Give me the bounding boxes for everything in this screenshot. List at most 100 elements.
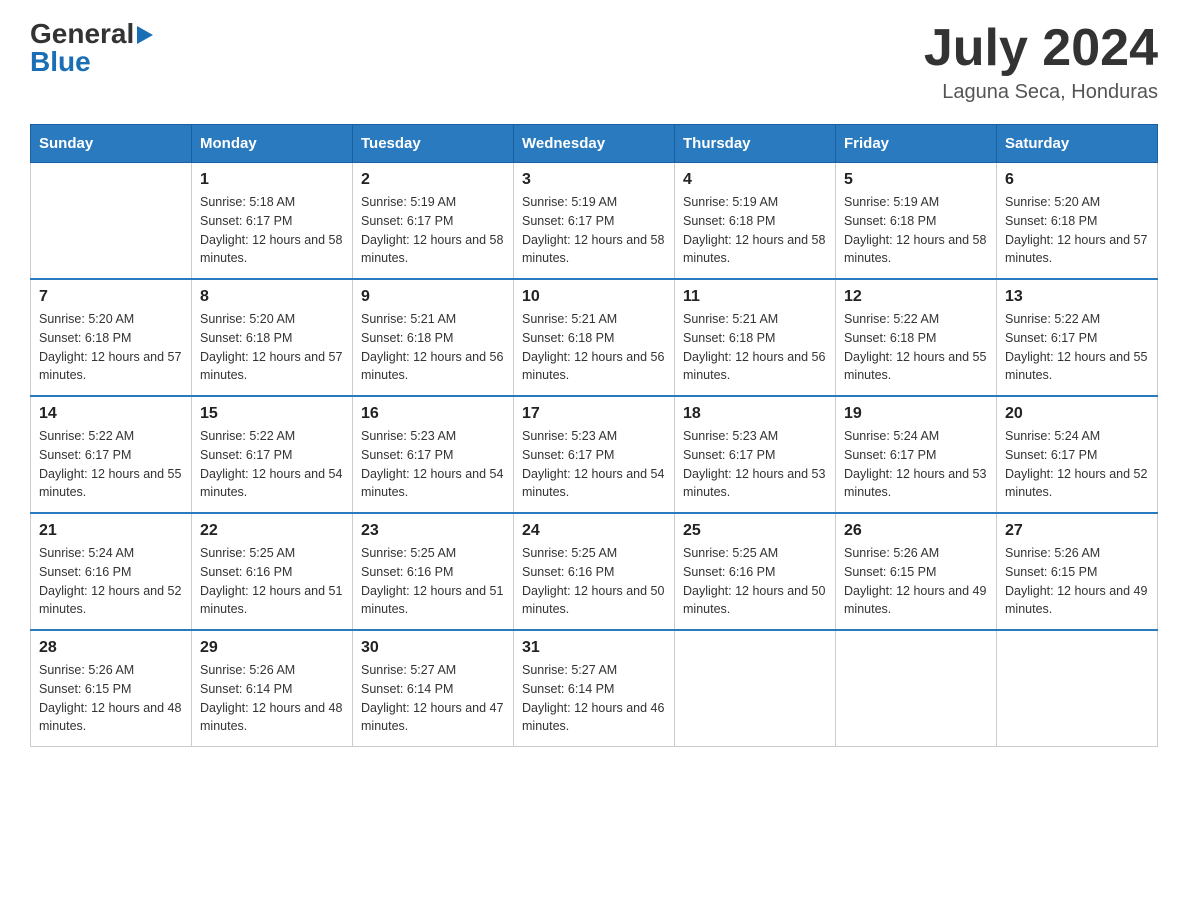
day-info: Sunrise: 5:25 AMSunset: 6:16 PMDaylight:… [361,544,505,619]
table-row: 23 Sunrise: 5:25 AMSunset: 6:16 PMDaylig… [353,513,514,630]
day-info: Sunrise: 5:22 AMSunset: 6:18 PMDaylight:… [844,310,988,385]
day-number: 2 [361,171,505,189]
day-number: 7 [39,288,183,306]
day-number: 29 [200,639,344,657]
day-info: Sunrise: 5:22 AMSunset: 6:17 PMDaylight:… [39,427,183,502]
day-number: 22 [200,522,344,540]
day-number: 4 [683,171,827,189]
day-info: Sunrise: 5:25 AMSunset: 6:16 PMDaylight:… [200,544,344,619]
day-info: Sunrise: 5:21 AMSunset: 6:18 PMDaylight:… [361,310,505,385]
table-row: 29 Sunrise: 5:26 AMSunset: 6:14 PMDaylig… [192,630,353,747]
col-saturday: Saturday [997,125,1158,163]
day-info: Sunrise: 5:24 AMSunset: 6:16 PMDaylight:… [39,544,183,619]
calendar-week-row: 28 Sunrise: 5:26 AMSunset: 6:15 PMDaylig… [31,630,1158,747]
day-info: Sunrise: 5:21 AMSunset: 6:18 PMDaylight:… [683,310,827,385]
table-row: 20 Sunrise: 5:24 AMSunset: 6:17 PMDaylig… [997,396,1158,513]
day-number: 26 [844,522,988,540]
calendar-title: July 2024 [924,20,1158,77]
day-info: Sunrise: 5:19 AMSunset: 6:17 PMDaylight:… [522,193,666,268]
table-row: 4 Sunrise: 5:19 AMSunset: 6:18 PMDayligh… [675,163,836,280]
col-wednesday: Wednesday [514,125,675,163]
table-row: 22 Sunrise: 5:25 AMSunset: 6:16 PMDaylig… [192,513,353,630]
table-row: 24 Sunrise: 5:25 AMSunset: 6:16 PMDaylig… [514,513,675,630]
page-header: General Blue July 2024 Laguna Seca, Hond… [30,20,1158,104]
table-row [31,163,192,280]
day-info: Sunrise: 5:23 AMSunset: 6:17 PMDaylight:… [683,427,827,502]
day-info: Sunrise: 5:24 AMSunset: 6:17 PMDaylight:… [844,427,988,502]
day-info: Sunrise: 5:26 AMSunset: 6:15 PMDaylight:… [1005,544,1149,619]
table-row: 14 Sunrise: 5:22 AMSunset: 6:17 PMDaylig… [31,396,192,513]
day-info: Sunrise: 5:20 AMSunset: 6:18 PMDaylight:… [200,310,344,385]
table-row: 30 Sunrise: 5:27 AMSunset: 6:14 PMDaylig… [353,630,514,747]
day-info: Sunrise: 5:22 AMSunset: 6:17 PMDaylight:… [200,427,344,502]
day-number: 1 [200,171,344,189]
table-row: 26 Sunrise: 5:26 AMSunset: 6:15 PMDaylig… [836,513,997,630]
day-number: 20 [1005,405,1149,423]
table-row: 10 Sunrise: 5:21 AMSunset: 6:18 PMDaylig… [514,279,675,396]
col-tuesday: Tuesday [353,125,514,163]
day-info: Sunrise: 5:23 AMSunset: 6:17 PMDaylight:… [522,427,666,502]
day-info: Sunrise: 5:20 AMSunset: 6:18 PMDaylight:… [1005,193,1149,268]
title-block: July 2024 Laguna Seca, Honduras [924,20,1158,104]
table-row: 6 Sunrise: 5:20 AMSunset: 6:18 PMDayligh… [997,163,1158,280]
calendar-week-row: 21 Sunrise: 5:24 AMSunset: 6:16 PMDaylig… [31,513,1158,630]
table-row [675,630,836,747]
calendar-table: Sunday Monday Tuesday Wednesday Thursday… [30,124,1158,747]
day-number: 24 [522,522,666,540]
table-row: 13 Sunrise: 5:22 AMSunset: 6:17 PMDaylig… [997,279,1158,396]
day-info: Sunrise: 5:23 AMSunset: 6:17 PMDaylight:… [361,427,505,502]
table-row: 1 Sunrise: 5:18 AMSunset: 6:17 PMDayligh… [192,163,353,280]
col-sunday: Sunday [31,125,192,163]
day-number: 25 [683,522,827,540]
day-number: 6 [1005,171,1149,189]
day-info: Sunrise: 5:24 AMSunset: 6:17 PMDaylight:… [1005,427,1149,502]
day-number: 9 [361,288,505,306]
col-monday: Monday [192,125,353,163]
day-number: 31 [522,639,666,657]
day-info: Sunrise: 5:27 AMSunset: 6:14 PMDaylight:… [522,661,666,736]
day-info: Sunrise: 5:25 AMSunset: 6:16 PMDaylight:… [683,544,827,619]
day-info: Sunrise: 5:21 AMSunset: 6:18 PMDaylight:… [522,310,666,385]
day-info: Sunrise: 5:26 AMSunset: 6:14 PMDaylight:… [200,661,344,736]
day-info: Sunrise: 5:25 AMSunset: 6:16 PMDaylight:… [522,544,666,619]
logo-general-text: General [30,20,134,48]
table-row: 25 Sunrise: 5:25 AMSunset: 6:16 PMDaylig… [675,513,836,630]
table-row: 11 Sunrise: 5:21 AMSunset: 6:18 PMDaylig… [675,279,836,396]
table-row [997,630,1158,747]
day-info: Sunrise: 5:27 AMSunset: 6:14 PMDaylight:… [361,661,505,736]
table-row [836,630,997,747]
calendar-header-row: Sunday Monday Tuesday Wednesday Thursday… [31,125,1158,163]
logo-blue-text: Blue [30,48,91,76]
table-row: 28 Sunrise: 5:26 AMSunset: 6:15 PMDaylig… [31,630,192,747]
table-row: 21 Sunrise: 5:24 AMSunset: 6:16 PMDaylig… [31,513,192,630]
table-row: 8 Sunrise: 5:20 AMSunset: 6:18 PMDayligh… [192,279,353,396]
day-number: 11 [683,288,827,306]
calendar-week-row: 7 Sunrise: 5:20 AMSunset: 6:18 PMDayligh… [31,279,1158,396]
day-number: 27 [1005,522,1149,540]
day-info: Sunrise: 5:22 AMSunset: 6:17 PMDaylight:… [1005,310,1149,385]
day-info: Sunrise: 5:26 AMSunset: 6:15 PMDaylight:… [844,544,988,619]
table-row: 7 Sunrise: 5:20 AMSunset: 6:18 PMDayligh… [31,279,192,396]
table-row: 31 Sunrise: 5:27 AMSunset: 6:14 PMDaylig… [514,630,675,747]
day-number: 23 [361,522,505,540]
day-number: 15 [200,405,344,423]
day-number: 10 [522,288,666,306]
day-info: Sunrise: 5:19 AMSunset: 6:18 PMDaylight:… [844,193,988,268]
calendar-location: Laguna Seca, Honduras [924,81,1158,104]
table-row: 9 Sunrise: 5:21 AMSunset: 6:18 PMDayligh… [353,279,514,396]
table-row: 5 Sunrise: 5:19 AMSunset: 6:18 PMDayligh… [836,163,997,280]
col-friday: Friday [836,125,997,163]
table-row: 18 Sunrise: 5:23 AMSunset: 6:17 PMDaylig… [675,396,836,513]
day-number: 8 [200,288,344,306]
table-row: 27 Sunrise: 5:26 AMSunset: 6:15 PMDaylig… [997,513,1158,630]
table-row: 3 Sunrise: 5:19 AMSunset: 6:17 PMDayligh… [514,163,675,280]
day-info: Sunrise: 5:20 AMSunset: 6:18 PMDaylight:… [39,310,183,385]
day-number: 5 [844,171,988,189]
day-number: 14 [39,405,183,423]
calendar-week-row: 14 Sunrise: 5:22 AMSunset: 6:17 PMDaylig… [31,396,1158,513]
logo: General Blue [30,20,153,76]
day-info: Sunrise: 5:26 AMSunset: 6:15 PMDaylight:… [39,661,183,736]
col-thursday: Thursday [675,125,836,163]
day-info: Sunrise: 5:19 AMSunset: 6:18 PMDaylight:… [683,193,827,268]
table-row: 17 Sunrise: 5:23 AMSunset: 6:17 PMDaylig… [514,396,675,513]
